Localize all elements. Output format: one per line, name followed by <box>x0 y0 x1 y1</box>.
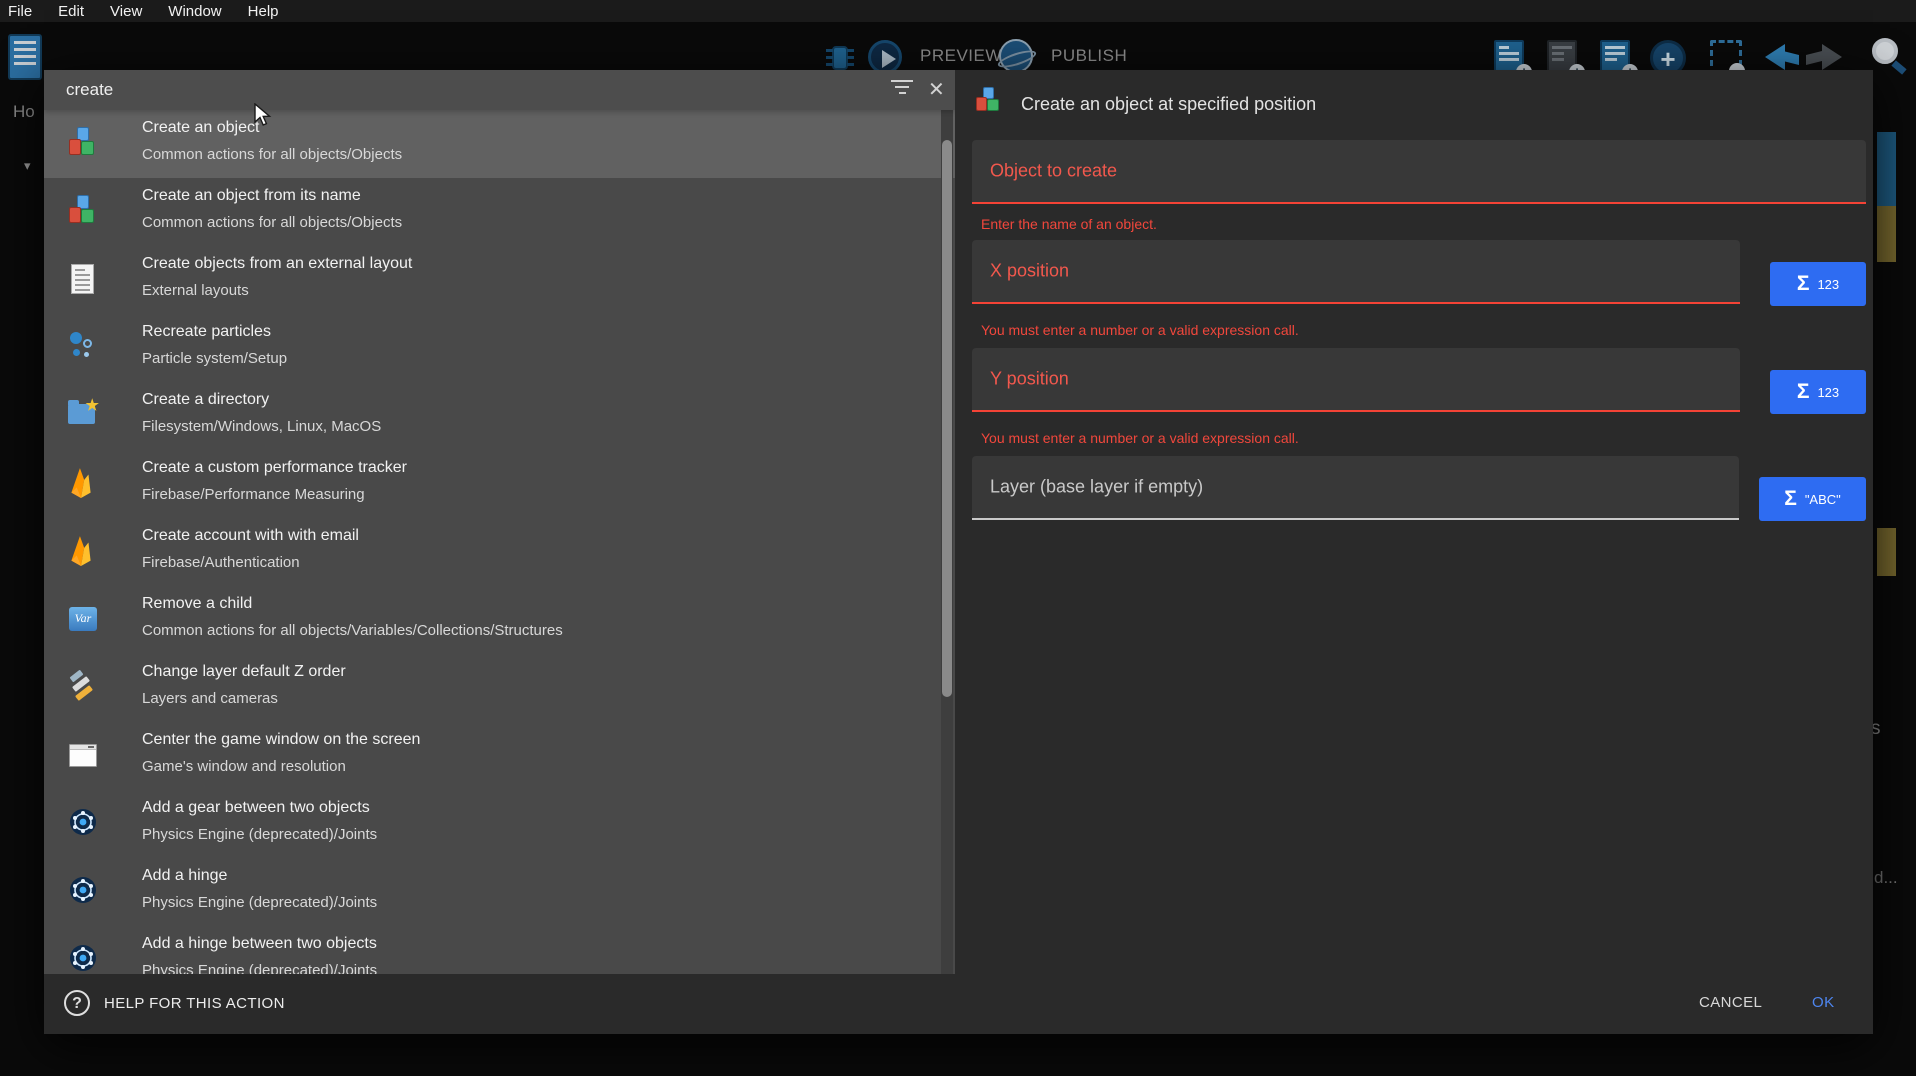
project-manager-icon[interactable] <box>8 34 42 80</box>
search-icon[interactable] <box>1872 38 1898 64</box>
action-search-panel: ✕ Create an object Common actions for al… <box>44 70 955 974</box>
scrollbar[interactable] <box>941 110 953 974</box>
menu-view[interactable]: View <box>110 3 142 20</box>
ok-button[interactable]: OK <box>1812 994 1834 1011</box>
y-expression-button[interactable]: Σ 123 <box>1770 370 1866 414</box>
search-bar: ✕ <box>44 70 955 110</box>
objects-cubes-icon <box>68 194 100 230</box>
x-error-text: You must enter a number or a valid expre… <box>981 322 1299 338</box>
layers-icon <box>68 670 100 706</box>
publish-button[interactable]: PUBLISH <box>1051 46 1127 66</box>
sigma-icon: Σ <box>1797 380 1810 404</box>
folder-star-icon: ★ <box>68 398 100 434</box>
list-item-add-hinge[interactable]: Add a hinge Physics Engine (deprecated)/… <box>44 858 955 926</box>
menu-edit[interactable]: Edit <box>58 3 84 20</box>
sigma-icon: Σ <box>1784 487 1797 511</box>
action-parameters-panel: Create an object at specified position O… <box>955 70 1873 974</box>
close-icon[interactable]: ✕ <box>928 77 945 102</box>
sigma-icon: Σ <box>1797 272 1810 296</box>
menu-bar: File Edit View Window Help <box>0 0 1916 22</box>
globe-icon[interactable] <box>999 39 1033 73</box>
list-item-create-object[interactable]: Create an object Common actions for all … <box>44 110 955 178</box>
search-input[interactable] <box>64 75 844 105</box>
filter-icon[interactable] <box>890 80 914 100</box>
list-item-create-account-email[interactable]: Create account with with email Firebase/… <box>44 518 955 586</box>
cancel-button[interactable]: CANCEL <box>1699 994 1762 1011</box>
preview-button[interactable]: PREVIEW <box>920 46 1002 66</box>
object-to-create-field[interactable]: Object to create <box>972 140 1866 204</box>
list-item-create-directory[interactable]: ★ Create a directory Filesystem/Windows,… <box>44 382 955 450</box>
menu-file[interactable]: File <box>8 3 32 20</box>
window-icon <box>68 738 100 774</box>
mouse-cursor <box>253 103 275 129</box>
firebase-flame-icon <box>68 466 100 502</box>
background-text-fragment: d... <box>1874 868 1898 888</box>
physics-joint-icon <box>68 942 100 974</box>
list-item-center-game-window[interactable]: Center the game window on the screen Gam… <box>44 722 955 790</box>
x-position-field[interactable]: X position <box>972 240 1740 304</box>
dialog-footer: ? HELP FOR THIS ACTION CANCEL OK <box>44 974 1873 1034</box>
physics-joint-icon <box>68 874 100 910</box>
list-item-performance-tracker[interactable]: Create a custom performance tracker Fire… <box>44 450 955 518</box>
physics-joint-icon <box>68 806 100 842</box>
undo-icon[interactable] <box>1765 44 1785 70</box>
help-icon: ? <box>64 990 90 1016</box>
menu-help[interactable]: Help <box>248 3 279 20</box>
debug-icon[interactable] <box>827 40 853 74</box>
redo-icon[interactable] <box>1822 44 1842 70</box>
y-error-text: You must enter a number or a valid expre… <box>981 430 1299 446</box>
list-item-add-gear[interactable]: Add a gear between two objects Physics E… <box>44 790 955 858</box>
particles-icon <box>68 330 100 366</box>
external-layout-icon <box>68 262 100 298</box>
list-item-change-layer-z-order[interactable]: Change layer default Z order Layers and … <box>44 654 955 722</box>
layer-field[interactable]: Layer (base layer if empty) <box>972 456 1739 520</box>
list-item-remove-child[interactable]: Var Remove a child Common actions for al… <box>44 586 955 654</box>
app-window: File Edit View Window Help Ho ▾ PREVIEW … <box>0 0 1916 1076</box>
action-list: Create an object Common actions for all … <box>44 110 955 974</box>
list-item-add-hinge-two-objects[interactable]: Add a hinge between two objects Physics … <box>44 926 955 974</box>
home-tab-label: Ho <box>13 102 35 122</box>
firebase-flame-icon <box>68 534 100 570</box>
scrollbar-thumb[interactable] <box>942 140 952 697</box>
action-editor-dialog: ✕ Create an object Common actions for al… <box>44 70 1873 1034</box>
panel-title: Create an object at specified position <box>1021 94 1316 115</box>
list-item-create-object-from-name[interactable]: Create an object from its name Common ac… <box>44 178 955 246</box>
object-thumbnail <box>1877 132 1896 206</box>
play-icon[interactable] <box>868 40 902 74</box>
layer-expression-button[interactable]: Σ "ABC" <box>1759 477 1866 521</box>
menu-window[interactable]: Window <box>168 3 221 20</box>
list-item-recreate-particles[interactable]: Recreate particles Particle system/Setup <box>44 314 955 382</box>
x-expression-button[interactable]: Σ 123 <box>1770 262 1866 306</box>
list-item-create-from-external-layout[interactable]: Create objects from an external layout E… <box>44 246 955 314</box>
object-thumbnail <box>1877 206 1896 262</box>
y-position-field[interactable]: Y position <box>972 348 1740 412</box>
object-helper-text: Enter the name of an object. <box>981 216 1157 232</box>
panel-header: Create an object at specified position <box>975 84 1316 124</box>
chevron-down-icon[interactable]: ▾ <box>24 158 31 174</box>
objects-cubes-icon <box>975 86 1007 122</box>
variable-icon: Var <box>68 602 100 638</box>
objects-cubes-icon <box>68 126 100 162</box>
help-link[interactable]: ? HELP FOR THIS ACTION <box>64 990 285 1016</box>
object-thumbnail <box>1877 528 1896 576</box>
